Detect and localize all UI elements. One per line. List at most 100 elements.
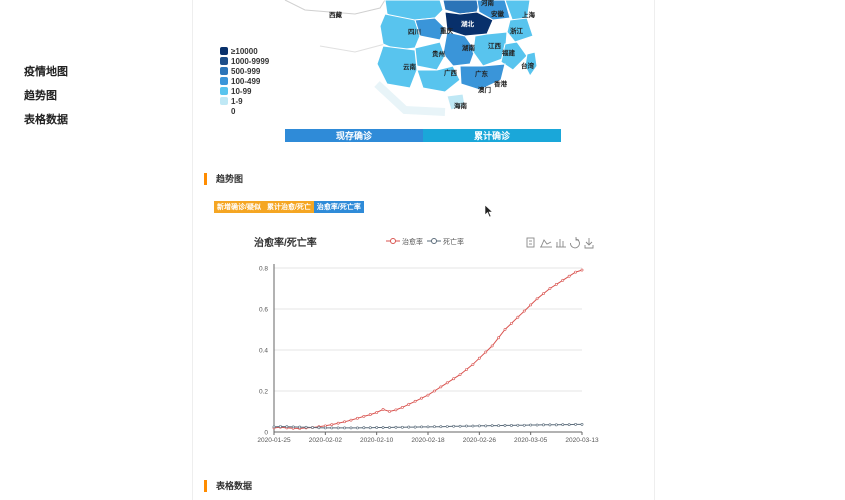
legend-label: 治愈率 <box>402 237 423 246</box>
data-point <box>330 423 334 427</box>
tab-cure-death-rate[interactable]: 治愈率/死亡率 <box>313 201 364 213</box>
data-point <box>420 425 423 429</box>
series-line-cure-rate <box>273 269 583 430</box>
map-label: 安徽 <box>491 9 505 18</box>
data-point <box>272 425 276 429</box>
china-map-svg[interactable]: 西藏 河南 安徽 湖北 上海 四川 重庆 浙江 湖南 江西 福建 贵州 云南 广… <box>265 0 555 120</box>
data-point <box>580 423 584 426</box>
data-point <box>433 425 436 429</box>
data-point <box>336 426 340 430</box>
map-legend: ≥10000 1000-9999 500-999 100-499 10-99 1… <box>220 46 269 116</box>
nav-item-table-data[interactable]: 表格数据 <box>24 111 68 127</box>
legend-item[interactable]: ≥10000 <box>220 46 269 56</box>
legend-item[interactable]: 100-499 <box>220 76 269 86</box>
data-point <box>420 396 423 400</box>
chart-plot-area: 0 0.2 0.4 0.6 0.8 2020-01-25 2020-02-02 2020-02… <box>257 264 599 444</box>
map-label: 湖北 <box>461 19 475 28</box>
data-point <box>413 399 417 403</box>
data-point <box>529 423 533 427</box>
legend-label: 死亡率 <box>443 237 464 246</box>
legend-item[interactable]: 10-99 <box>220 86 269 96</box>
data-point <box>465 424 468 428</box>
toggle-current-confirmed[interactable]: 现存确诊 <box>285 129 423 142</box>
data-point <box>445 425 449 428</box>
bar-chart-icon[interactable] <box>556 239 566 248</box>
data-point <box>554 423 558 427</box>
tab-new-confirmed-suspected[interactable]: 新增确诊/疑似 <box>214 201 264 213</box>
map-label: 广东 <box>475 69 489 78</box>
line-chart-icon[interactable] <box>540 239 552 248</box>
map-label: 江西 <box>488 41 502 50</box>
china-map[interactable]: 西藏 河南 安徽 湖北 上海 四川 重庆 浙江 湖南 江西 福建 贵州 云南 广… <box>265 0 555 120</box>
data-point <box>542 423 545 427</box>
data-point <box>477 356 481 360</box>
data-point <box>400 405 404 409</box>
data-point <box>375 411 379 414</box>
data-point <box>362 426 366 430</box>
map-label: 福建 <box>501 48 516 57</box>
legend-swatch <box>220 87 228 95</box>
data-point <box>484 350 488 354</box>
data-point <box>388 426 391 429</box>
map-label: 香港 <box>494 79 508 88</box>
y-tick-label: 0.4 <box>259 348 268 355</box>
main-right-border <box>654 0 655 500</box>
section-title-table: 表格数据 <box>204 480 252 492</box>
trend-tabs: 新增确诊/疑似 累计治愈/死亡 治愈率/死亡率 <box>214 201 364 213</box>
legend-item[interactable]: 1000-9999 <box>220 56 269 66</box>
data-point <box>445 381 449 385</box>
data-point <box>535 423 539 427</box>
y-tick-label: 0.8 <box>259 266 268 273</box>
data-point <box>407 402 411 406</box>
data-point <box>516 423 520 427</box>
legend-item-death-rate[interactable]: 死亡率 <box>427 237 464 246</box>
legend-label: 0 <box>231 106 236 116</box>
map-label: 广西 <box>444 68 458 77</box>
data-point <box>561 423 565 427</box>
legend-label: 500-999 <box>231 66 261 76</box>
data-point <box>548 287 552 290</box>
trend-chart: 治愈率/死亡率 治愈率 死亡率 0 0.2 0.4 0.6 0.8 2020-01-25 2… <box>230 228 610 453</box>
data-point <box>285 425 289 429</box>
data-point <box>362 415 366 418</box>
legend-item[interactable]: 500-999 <box>220 66 269 76</box>
data-point <box>279 425 282 428</box>
map-label: 海南 <box>454 101 468 110</box>
map-border <box>319 43 386 53</box>
data-point <box>497 336 500 340</box>
chart-toolbox <box>526 237 594 249</box>
legend-item[interactable]: 1-9 <box>220 96 269 106</box>
data-point <box>574 423 577 426</box>
tab-cumulative-cured-dead[interactable]: 累计治愈/死亡 <box>263 201 314 213</box>
data-point <box>465 368 468 371</box>
nav-item-epidemic-map[interactable]: 疫情地图 <box>24 63 68 79</box>
data-point <box>529 303 533 307</box>
restore-icon[interactable] <box>570 237 580 249</box>
data-point <box>567 274 571 278</box>
data-point <box>407 425 411 429</box>
data-point <box>394 425 398 429</box>
chart-title: 治愈率/死亡率 <box>254 236 317 249</box>
data-point <box>439 425 443 429</box>
main-left-border <box>192 0 193 500</box>
data-point <box>375 426 379 429</box>
y-tick-label: 0.6 <box>259 307 268 314</box>
data-point <box>394 408 398 412</box>
map-label: 云南 <box>403 62 417 71</box>
map-toggle: 现存确诊 累计确诊 <box>285 129 561 142</box>
mouse-cursor <box>484 204 494 218</box>
legend-item-cure-rate[interactable]: 治愈率 <box>386 237 423 246</box>
y-tick-label: 0 <box>264 430 268 437</box>
download-icon[interactable] <box>584 238 594 249</box>
data-point <box>458 373 462 377</box>
x-tick-label: 2020-02-26 <box>463 437 497 444</box>
data-point <box>561 278 565 282</box>
data-point <box>343 420 346 424</box>
legend-item[interactable]: 0 <box>220 106 269 116</box>
data-view-icon[interactable] <box>526 237 535 248</box>
nav-item-trend[interactable]: 趋势图 <box>24 87 57 103</box>
data-point <box>356 426 359 430</box>
map-label: 浙江 <box>510 26 524 35</box>
data-point <box>458 424 462 428</box>
toggle-total-confirmed[interactable]: 累计确诊 <box>423 129 561 142</box>
